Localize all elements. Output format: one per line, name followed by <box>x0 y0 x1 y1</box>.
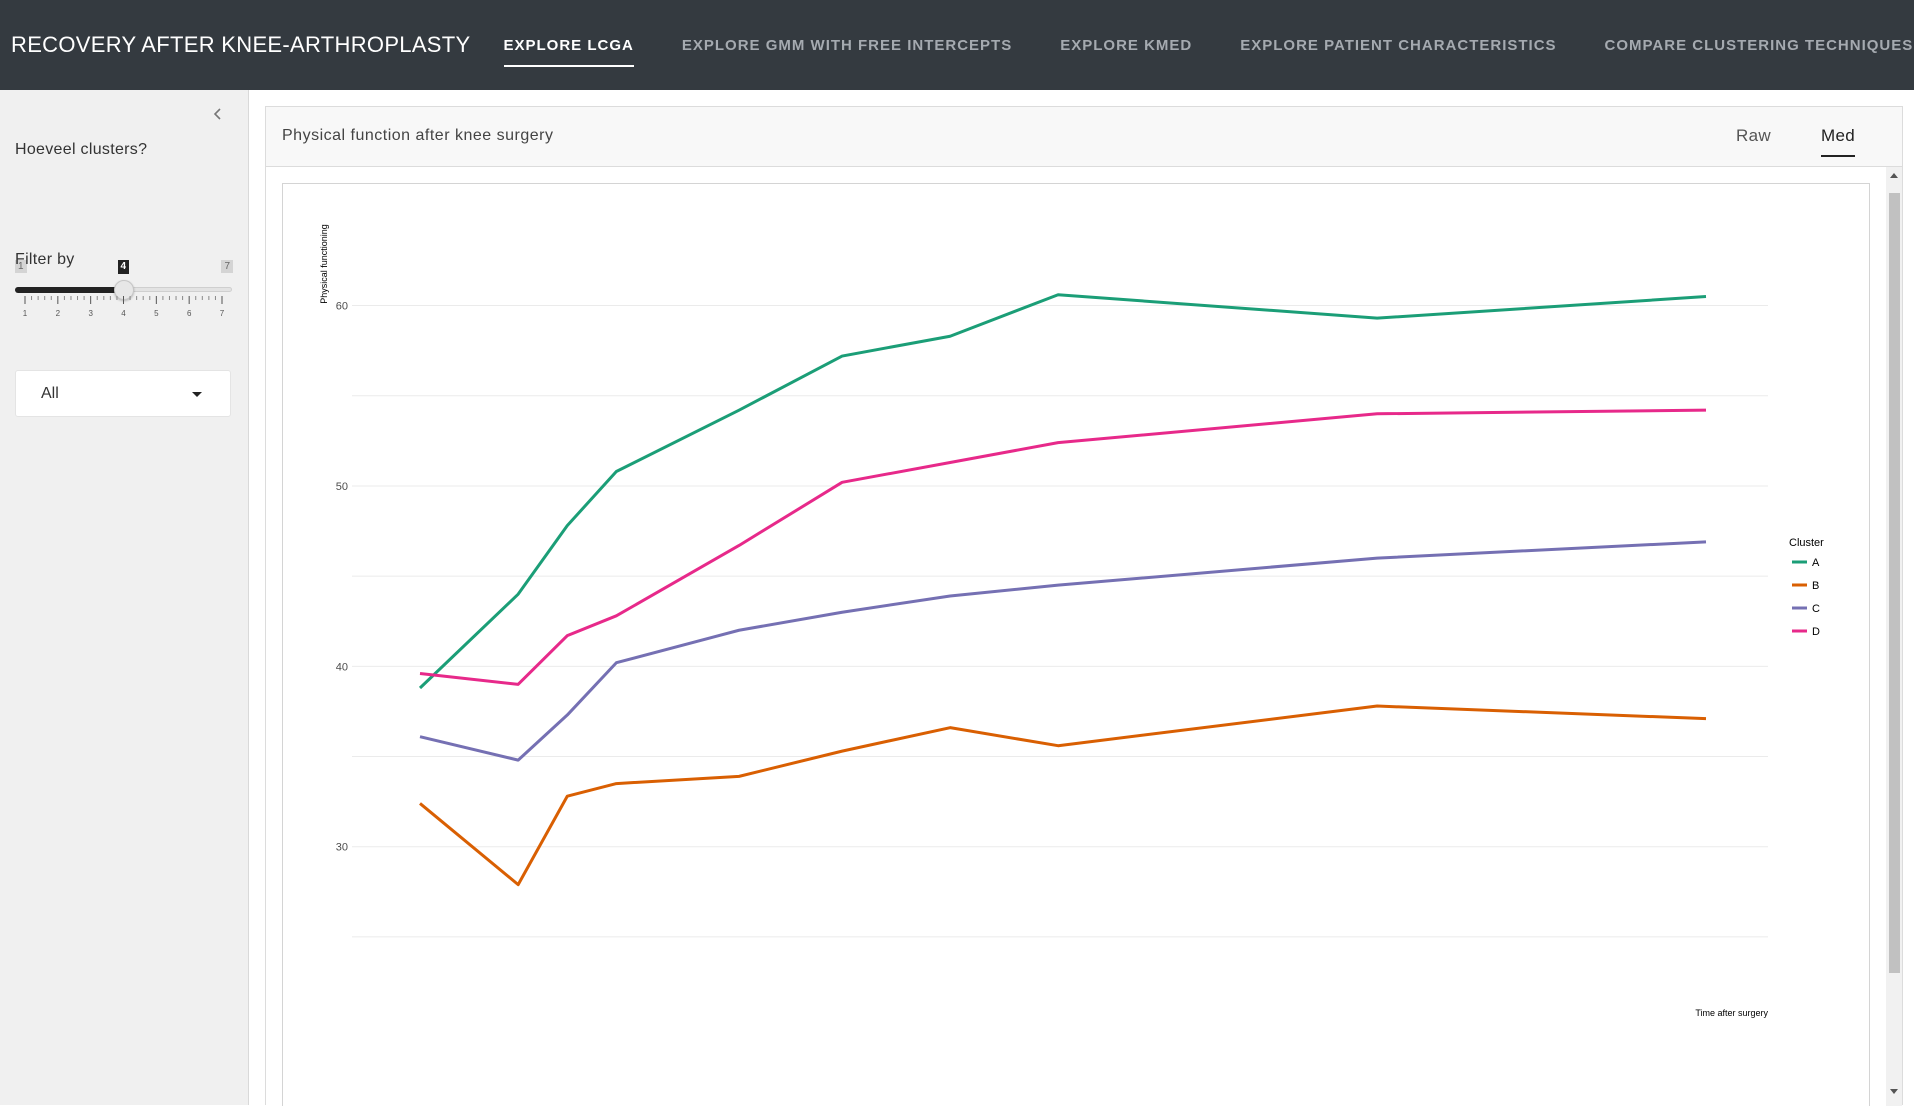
vertical-scrollbar[interactable] <box>1886 167 1902 1106</box>
y-tick-label: 50 <box>336 481 348 493</box>
slider-tick-label: 7 <box>220 309 225 318</box>
slider-tick-label: 5 <box>154 309 159 318</box>
chevron-left-icon <box>208 104 228 124</box>
plot-card: Physical function after knee surgery Raw… <box>265 106 1903 1105</box>
app-title: RECOVERY AFTER KNEE-ARTHROPLASTY <box>11 32 471 58</box>
slider-tick-label: 1 <box>23 309 28 318</box>
scroll-down-icon[interactable] <box>1890 1089 1898 1094</box>
legend-label-C: C <box>1812 603 1820 615</box>
y-axis-label: Physical functioning <box>319 224 329 304</box>
slider-tick-label: 2 <box>56 309 61 318</box>
card-title: Physical function after knee surgery <box>282 127 553 145</box>
scrollbar-thumb[interactable] <box>1889 193 1900 973</box>
slider-ticks: 1 2 3 4 5 6 7 <box>15 296 233 320</box>
chevron-down-icon <box>192 392 202 397</box>
series-line-A <box>420 295 1706 688</box>
slider-fill <box>15 287 124 293</box>
sidebar-collapse-button[interactable] <box>208 104 228 124</box>
legend-label-B: B <box>1812 580 1819 592</box>
series-line-D <box>420 410 1706 684</box>
filter-select[interactable]: All <box>15 370 231 417</box>
tab-explore-kmed[interactable]: EXPLORE KMED <box>1060 0 1192 90</box>
y-tick-label: 60 <box>336 301 348 313</box>
slider-tick-label: 4 <box>121 309 126 318</box>
tab-compare-clustering[interactable]: COMPARE CLUSTERING TECHNIQUES <box>1605 0 1914 90</box>
series-line-B <box>420 706 1706 885</box>
slider-tick-label: 3 <box>88 309 93 318</box>
sidebar: Hoeveel clusters? 1 4 7 1 2 3 4 5 6 7 Filter b… <box>0 90 249 1105</box>
filter-select-value: All <box>41 385 59 403</box>
top-navbar: RECOVERY AFTER KNEE-ARTHROPLASTY EXPLORE… <box>0 0 1914 90</box>
tab-explore-patient-characteristics[interactable]: EXPLORE PATIENT CHARACTERISTICS <box>1240 0 1556 90</box>
cluster-count-slider[interactable]: 1 4 7 1 2 3 4 5 6 7 <box>15 260 233 320</box>
slider-value-label: 4 <box>118 260 130 274</box>
card-header: Physical function after knee surgery Raw… <box>266 107 1902 167</box>
slider-tick-label: 6 <box>187 309 192 318</box>
legend-label-A: A <box>1812 557 1820 569</box>
y-tick-label: 40 <box>336 661 348 673</box>
series-line-C <box>420 542 1706 760</box>
pill-raw[interactable]: Raw <box>1736 126 1771 146</box>
slider-max-label: 7 <box>221 260 233 273</box>
filter-label: Filter by <box>15 251 75 269</box>
plot-frame: 30 40 50 60 Physical functioning Time after s… <box>282 183 1870 1106</box>
nav-tabs: EXPLORE LCGA EXPLORE GMM WITH FREE INTER… <box>504 0 1914 90</box>
legend-label-D: D <box>1812 626 1820 638</box>
legend-title: Cluster <box>1789 537 1824 549</box>
tab-explore-lcga[interactable]: EXPLORE LCGA <box>504 0 634 90</box>
pill-med[interactable]: Med <box>1821 126 1855 146</box>
tab-explore-gmm[interactable]: EXPLORE GMM WITH FREE INTERCEPTS <box>682 0 1012 90</box>
scroll-up-icon[interactable] <box>1890 173 1898 178</box>
y-tick-label: 30 <box>336 842 348 854</box>
x-axis-label: Time after surgery <box>1695 1008 1768 1018</box>
line-chart: 30 40 50 60 Physical functioning Time after s… <box>283 184 1869 1107</box>
clusters-label: Hoeveel clusters? <box>15 141 147 159</box>
